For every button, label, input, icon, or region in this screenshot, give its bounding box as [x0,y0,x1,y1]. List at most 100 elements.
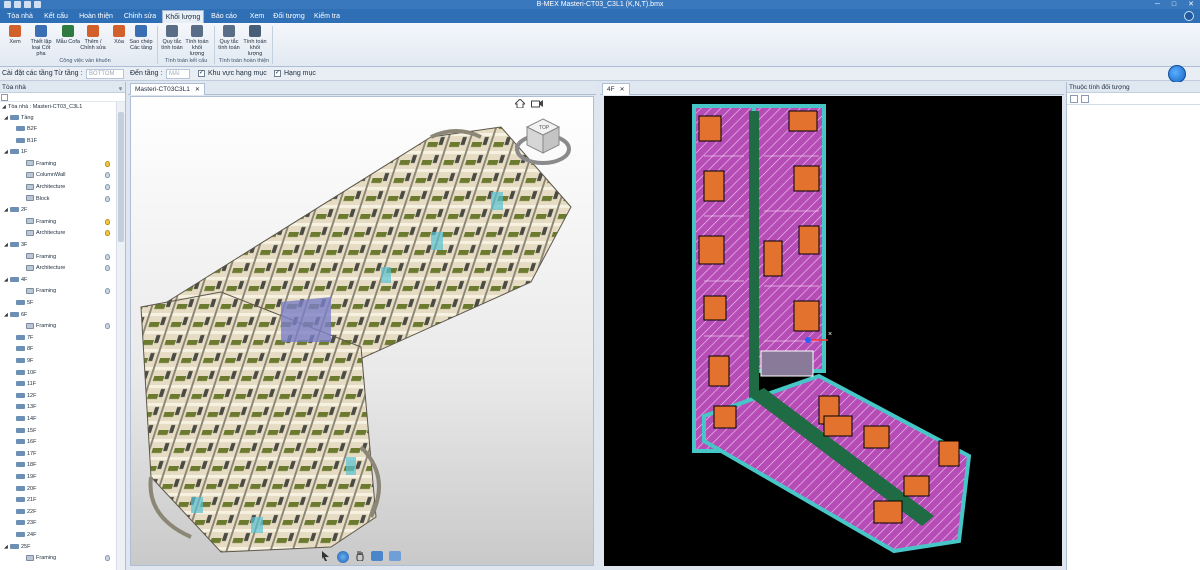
tab-floor-plan[interactable]: 4F ✕ [602,83,630,95]
tree-item-category[interactable]: Architecture [20,228,125,239]
visibility-bulb-icon[interactable] [105,555,110,561]
visibility-bulb-icon[interactable] [105,265,110,272]
tab-3d-view[interactable]: Masteri-CT03C3L1 ✕ [130,83,205,95]
tree-item-category[interactable]: Framing [20,286,125,297]
tree-item-category[interactable]: ColumnWall [20,170,125,181]
view-splitter[interactable] [596,82,602,570]
tree-item-floor[interactable]: 10F [10,368,125,379]
tab-structure[interactable]: Kết cấu [40,10,72,23]
tree-item-floor[interactable]: B1F [10,136,125,147]
structure-calc-quantity-button[interactable]: Tính toán khối lượng [184,25,210,57]
finishing-calc-rules-button[interactable]: Quy tắc tính toán [216,25,242,57]
3d-viewport[interactable]: TOP [130,96,594,566]
tree-item-floor[interactable]: 11F [10,379,125,390]
pan-hand-icon[interactable] [355,551,365,562]
tree-item-floor[interactable]: 17F [10,449,125,460]
tree-item-floor[interactable]: ◢ 1F [4,147,125,158]
tree-item-floor[interactable]: ◢ 4F [4,275,125,286]
item-checkbox[interactable]: ✓ [274,70,281,77]
tree-item-floor[interactable]: ◢ 3F [4,240,125,251]
tree-item-category[interactable]: Framing [20,159,125,170]
tree-item-floor[interactable]: 16F [10,437,125,448]
help-icon[interactable] [1184,11,1194,21]
formwork-setup-button[interactable]: Thiết lập loại Cốt pha [28,25,54,57]
tree-item-floor[interactable]: 15F [10,426,125,437]
tree-item-category[interactable]: Framing [20,321,125,332]
tree-scrollbar[interactable] [116,102,125,570]
navigation-cube[interactable]: TOP [515,115,571,167]
tree-item-floor[interactable]: 14F [10,414,125,425]
tab-building[interactable]: Tòa nhà [4,10,36,23]
fit-view-icon[interactable] [389,551,401,561]
visibility-bulb-icon[interactable] [105,288,110,295]
copy-floors-button[interactable]: Sao chép Các tầng [126,25,156,57]
tree-item-floor[interactable]: 5F [10,298,125,309]
close-window-button[interactable]: ✕ [1188,0,1194,9]
tree-item-floor[interactable]: 13F [10,402,125,413]
tree-item-floor[interactable]: 23F [10,518,125,529]
sort-alpha-icon[interactable] [1081,95,1089,103]
tree-item-category[interactable]: Architecture [20,182,125,193]
from-floor-select[interactable]: BOTTOM [86,69,124,79]
item-area-checkbox[interactable]: ✓ [198,70,205,77]
scrollbar-thumb[interactable] [118,112,124,242]
visibility-bulb-icon[interactable] [105,230,110,237]
tree-item-floor[interactable]: 21F [10,495,125,506]
visibility-bulb-icon[interactable] [105,172,110,179]
tree-item-floor[interactable]: ◢ 25F [4,542,125,553]
tree-item-floor[interactable]: ◢ 2F [4,205,125,216]
maximize-button[interactable]: □ [1172,0,1176,9]
tab-edit[interactable]: Chỉnh sửa [120,10,160,23]
tree-item-floor[interactable]: 18F [10,460,125,471]
categorized-icon[interactable] [1070,95,1078,103]
visibility-bulb-icon[interactable] [105,323,110,330]
to-floor-select[interactable]: MÁI [166,69,190,79]
tab-quantity[interactable]: Khối lượng [162,10,204,23]
tree-item-floor[interactable]: 22F [10,507,125,518]
sync-icon[interactable] [1168,65,1186,83]
structure-calc-rules-button[interactable]: Quy tắc tính toán [159,25,185,57]
tree-options-icon[interactable] [1,94,8,101]
tree-item-floor[interactable]: 7F [10,333,125,344]
zoom-icon[interactable] [371,551,383,561]
formwork-template-button[interactable]: Mẫu Cofa [55,25,81,57]
tree-item-category[interactable]: Architecture [20,263,125,274]
tree-item-category[interactable]: Framing [20,553,125,561]
tree-item-floor[interactable]: 9F [10,356,125,367]
tree-item-floor[interactable]: 8F [10,344,125,355]
tree-item-category[interactable]: Framing [20,217,125,228]
finishing-calc-quantity-button[interactable]: Tính toán khối lượng [242,25,268,57]
home-icon[interactable] [513,98,527,109]
tab-object[interactable]: Đối tượng [272,10,306,23]
visibility-bulb-icon[interactable] [105,195,110,202]
tab-finishing[interactable]: Hoàn thiện [76,10,116,23]
visibility-bulb-icon[interactable] [105,184,110,190]
tree-root[interactable]: ◢ Tòa nhà : Masteri-CT03_C3L1 [2,102,82,113]
tree-item-floor[interactable]: ◢ 6F [4,310,125,321]
visibility-bulb-icon[interactable] [105,218,110,225]
floor-settings-label[interactable]: Cài đặt các tầng [2,67,53,80]
camera-icon[interactable] [531,99,543,108]
pin-icon[interactable]: ᵩ [119,82,122,93]
tree-item-floor[interactable]: 20F [10,484,125,495]
minimize-button[interactable]: ─ [1155,0,1160,9]
visibility-bulb-icon[interactable] [105,160,110,167]
orbit-icon[interactable] [337,551,349,563]
close-tab-icon[interactable]: ✕ [620,87,625,93]
close-tab-icon[interactable]: ✕ [195,87,200,93]
add-edit-button[interactable]: Thêm / Chỉnh sửa [80,25,106,57]
tab-check[interactable]: Kiểm tra [310,10,344,23]
select-arrow-icon[interactable] [321,551,331,561]
floor-plan-viewport[interactable]: × [604,96,1062,566]
tab-view[interactable]: Xem [244,10,270,23]
tab-report[interactable]: Báo cáo [208,10,240,23]
tree-item-floor[interactable]: B2F [10,124,125,135]
view-button[interactable]: Xem [2,25,28,57]
tree-item-category[interactable]: Block [20,194,125,205]
tree-item-category[interactable]: Framing [20,252,125,263]
tree-item-floor[interactable]: 12F [10,391,125,402]
tree-item-floor[interactable]: 19F [10,472,125,483]
visibility-bulb-icon[interactable] [105,253,110,260]
tree-item-floor[interactable]: 24F [10,530,125,541]
tree-floors-group[interactable]: ◢ Tầng [4,113,34,124]
